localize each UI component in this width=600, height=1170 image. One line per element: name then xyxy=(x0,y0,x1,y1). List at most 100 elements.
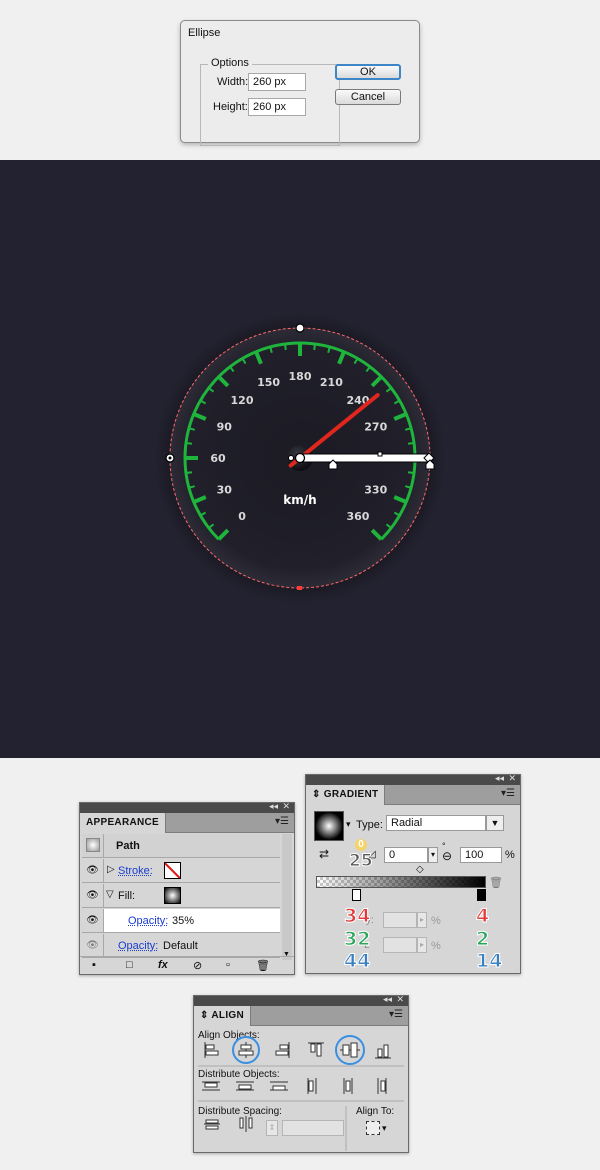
tick-label: 120 xyxy=(231,394,254,407)
ok-button[interactable]: OK xyxy=(335,64,401,80)
vertical-align-center-icon[interactable] xyxy=(340,1042,360,1058)
collapse-icon[interactable]: ◂◂ xyxy=(383,994,392,1005)
panel-menu-icon[interactable]: ▾☰ xyxy=(501,788,515,799)
spacing-field[interactable] xyxy=(282,1120,344,1136)
vertical-align-bottom-icon[interactable] xyxy=(375,1044,391,1059)
stroke-none-swatch[interactable] xyxy=(164,862,181,879)
tick-label: 0 xyxy=(238,510,246,523)
fill-row[interactable]: 👁 ▽ Fill: xyxy=(82,884,280,908)
distribute-vspace-icon[interactable] xyxy=(204,1119,220,1130)
fill-gradient-swatch[interactable] xyxy=(164,887,181,904)
fill-opacity-row[interactable]: 👁 Opacity: 35% xyxy=(82,909,280,933)
add-stroke-icon[interactable]: □ xyxy=(126,959,133,971)
angle-field[interactable]: 0 xyxy=(384,847,428,863)
delete-stop-icon[interactable]: 🗑 xyxy=(489,876,503,889)
width-label: Width: xyxy=(217,76,249,88)
opacity-eye-icon[interactable]: 👁 xyxy=(82,934,104,957)
callout-red-right: 4 xyxy=(475,905,490,928)
anchor-bottom-handle[interactable] xyxy=(297,586,302,590)
gradient-origin-handle[interactable] xyxy=(294,452,306,464)
reverse-gradient-icon[interactable]: ⇄ xyxy=(319,847,329,861)
close-icon[interactable]: ✕ xyxy=(508,773,516,784)
opacity-row[interactable]: 👁 Opacity: Default xyxy=(82,934,280,958)
aspect-percent: % xyxy=(505,849,515,861)
gradient-annotator-bar[interactable] xyxy=(298,453,430,463)
preview-dropdown-icon[interactable]: ▾ xyxy=(346,819,351,830)
distribute-vcenter-icon[interactable] xyxy=(236,1081,254,1091)
fill-label: Fill: xyxy=(118,890,136,902)
gradient-titlebar[interactable]: ◂◂ ✕ xyxy=(306,773,520,785)
collapse-triangle-icon[interactable]: ▽ xyxy=(106,889,114,900)
vertical-align-top-icon[interactable] xyxy=(308,1042,324,1057)
horizontal-align-right-icon[interactable] xyxy=(275,1042,290,1058)
spacing-stepper[interactable]: ⇕ xyxy=(266,1120,278,1136)
opacity-dropdown-icon[interactable]: ▸ xyxy=(417,912,427,928)
color-stop-white[interactable] xyxy=(352,889,361,901)
delete-icon[interactable]: 🗑 xyxy=(256,959,270,972)
gradient-ramp[interactable] xyxy=(316,876,486,888)
opacity-link[interactable]: Opacity: xyxy=(118,940,158,952)
distribute-hspace-icon[interactable] xyxy=(239,1116,253,1132)
opacity-value: Default xyxy=(163,940,198,952)
align-to-dropdown-icon[interactable]: ▾ xyxy=(382,1123,387,1134)
tab-appearance[interactable]: APPEARANCE xyxy=(80,813,167,833)
width-field[interactable]: 260 px xyxy=(248,73,306,91)
callout-blue-left: 44 xyxy=(343,950,371,973)
fill-opacity-eye-icon[interactable]: 👁 xyxy=(82,909,104,932)
angle-dropdown-icon[interactable]: ▾ xyxy=(428,847,438,863)
path-row[interactable]: Path xyxy=(82,834,280,858)
gradient-midpoint-handle[interactable] xyxy=(377,451,383,457)
cancel-button[interactable]: Cancel xyxy=(335,89,401,105)
callout-green-right: 2 xyxy=(475,928,490,951)
align-panel: ◂◂ ✕ ⇕ ALIGN ▾☰ Align Objects: Distribut… xyxy=(193,994,409,1153)
align-to-selection-icon[interactable] xyxy=(366,1121,380,1135)
location-field[interactable] xyxy=(383,937,417,953)
distribute-bottom-icon[interactable] xyxy=(270,1081,288,1091)
opacity-field[interactable] xyxy=(383,912,417,928)
tick-label: 270 xyxy=(364,421,387,434)
collapse-icon[interactable]: ◂◂ xyxy=(495,773,504,784)
horizontal-align-left-icon[interactable] xyxy=(204,1042,219,1058)
distribute-top-icon[interactable] xyxy=(202,1081,220,1091)
callout-green-left: 32 xyxy=(343,928,371,951)
type-select[interactable]: Radial xyxy=(386,815,486,831)
panel-menu-icon[interactable]: ▾☰ xyxy=(275,816,289,827)
appearance-tabrow: APPEARANCE ▾☰ xyxy=(80,813,294,833)
height-field[interactable]: 260 px xyxy=(248,98,306,116)
align-titlebar[interactable]: ◂◂ ✕ xyxy=(194,994,408,1006)
collapse-icon[interactable]: ◂◂ xyxy=(269,801,278,812)
distribute-hcenter-icon[interactable] xyxy=(343,1078,353,1094)
close-icon[interactable]: ✕ xyxy=(396,994,404,1005)
appearance-titlebar[interactable]: ◂◂ ✕ xyxy=(80,801,294,813)
distribute-left-icon[interactable] xyxy=(307,1078,317,1094)
fx-icon[interactable]: fx xyxy=(158,959,168,971)
tab-align[interactable]: ⇕ ALIGN xyxy=(194,1006,251,1026)
close-icon[interactable]: ✕ xyxy=(282,801,290,812)
minor-tick xyxy=(185,471,193,475)
tab-gradient[interactable]: ⇕ GRADIENT xyxy=(306,785,386,805)
horizontal-align-center-icon[interactable] xyxy=(238,1042,254,1058)
new-art-icon[interactable]: ▪ xyxy=(92,959,96,971)
aspect-field[interactable]: 100 xyxy=(460,847,502,863)
artboard-canvas[interactable]: 0 30 60 90 120 150 180 210 240 270 330 360 km/h xyxy=(0,160,600,758)
expand-triangle-icon[interactable]: ▷ xyxy=(107,864,115,875)
fill-opacity-link[interactable]: Opacity: xyxy=(128,915,168,927)
tick-label: 60 xyxy=(210,452,226,465)
gradient-origin-dot[interactable] xyxy=(288,455,294,461)
anchor-top-handle[interactable] xyxy=(295,323,305,333)
midpoint-diamond-icon[interactable]: ◇ xyxy=(416,864,424,875)
fill-eye-icon[interactable]: 👁 xyxy=(82,884,104,907)
clear-appearance-icon[interactable]: ⊘ xyxy=(193,959,202,972)
distribute-right-icon[interactable] xyxy=(377,1078,387,1094)
stroke-row[interactable]: 👁 ▷ Stroke: xyxy=(82,859,280,883)
type-dropdown-icon[interactable]: ▼ xyxy=(486,815,504,831)
stroke-eye-icon[interactable]: 👁 xyxy=(82,859,104,882)
panel-menu-icon[interactable]: ▾☰ xyxy=(389,1009,403,1020)
stroke-link[interactable]: Stroke: xyxy=(118,865,153,877)
location-dropdown-icon[interactable]: ▸ xyxy=(417,937,427,953)
fill-opacity-value: 35% xyxy=(172,915,195,927)
duplicate-item-icon[interactable]: ▫ xyxy=(226,959,230,971)
color-stop-black[interactable] xyxy=(477,889,486,901)
gradient-preview-swatch[interactable] xyxy=(314,811,344,841)
appearance-scrollbar[interactable]: ▼ xyxy=(282,834,292,960)
